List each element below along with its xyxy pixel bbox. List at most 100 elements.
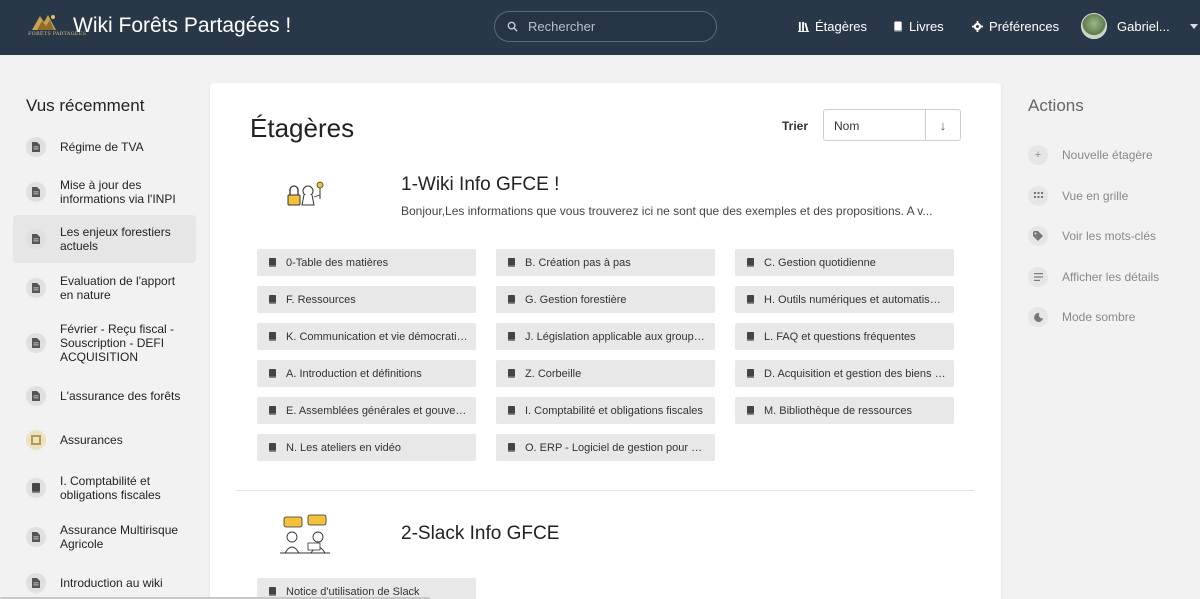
moon-icon (1028, 307, 1048, 328)
nav-books-link[interactable]: Livres (893, 19, 944, 34)
book-chip[interactable]: D. Acquisition et gestion des biens fonc… (735, 360, 954, 387)
grid-view-button[interactable]: Vue en grille (1028, 176, 1159, 217)
book-chip[interactable]: H. Outils numériques et automatisations (735, 286, 954, 313)
book-label: D. Acquisition et gestion des biens fonc… (764, 367, 954, 380)
recent-list: Régime de TVA Mise à jour des informatio… (13, 125, 196, 599)
recent-item[interactable]: Assurance Multirisque Agricole (13, 513, 196, 561)
book-label: M. Bibliothèque de ressources (764, 404, 912, 417)
new-shelf-button[interactable]: + Nouvelle étagère (1028, 135, 1159, 176)
recent-item[interactable]: L'assurance des forêts (13, 374, 196, 418)
sort-select[interactable]: Nom (824, 110, 926, 140)
actions-title: Actions (1028, 96, 1084, 115)
book-label: E. Assemblées générales et gouvernance (286, 404, 476, 417)
recent-item[interactable]: Février - Reçu fiscal - Souscription - D… (13, 312, 196, 374)
search-box[interactable] (494, 11, 717, 42)
page-icon (26, 573, 46, 593)
nav-preferences-link[interactable]: Préférences (972, 19, 1059, 34)
book-chip[interactable]: K. Communication et vie démocratique (257, 323, 476, 350)
action-label: Nouvelle étagère (1062, 148, 1153, 163)
top-header: FORÊTS PARTAGÉES Wiki Forêts Partagées !… (0, 0, 1200, 55)
page-icon (26, 137, 46, 157)
nav-shelves-label: Étagères (815, 19, 868, 34)
keys-illustration-icon[interactable] (270, 175, 340, 225)
book-label: J. Législation applicable aux groupement… (525, 330, 715, 343)
app-title[interactable]: Wiki Forêts Partagées ! (73, 14, 291, 38)
book-icon (747, 258, 754, 267)
book-chip[interactable]: A. Introduction et définitions (257, 360, 476, 387)
book-icon (508, 258, 515, 267)
book-chip[interactable]: L. FAQ et questions fréquentes (735, 323, 954, 350)
recent-item-label: Février - Reçu fiscal - Souscription - D… (60, 322, 175, 364)
book-chip[interactable]: J. Législation applicable aux groupement… (496, 323, 715, 350)
recent-item[interactable]: Assurances (13, 418, 196, 462)
action-label: Afficher les détails (1062, 269, 1160, 284)
book-label: F. Ressources (286, 293, 356, 306)
book-icon (508, 369, 515, 378)
book-chip[interactable]: G. Gestion forestière (496, 286, 715, 313)
book-label: N. Les ateliers en vidéo (286, 441, 401, 454)
book-icon (508, 332, 515, 341)
book-label: H. Outils numériques et automatisations (764, 293, 954, 306)
recent-item[interactable]: Mise à jour des informations via l'INPI (13, 169, 196, 215)
page-icon (26, 277, 46, 298)
recent-item-active[interactable]: Les enjeux forestiers actuels (13, 215, 196, 263)
search-input[interactable] (528, 19, 698, 34)
plus-icon: + (1028, 145, 1048, 166)
view-tags-button[interactable]: Voir les mots-clés (1028, 216, 1159, 257)
book-icon (269, 332, 276, 341)
book-icon (269, 295, 276, 304)
recent-item-label: L'assurance des forêts (60, 389, 181, 403)
book-chip[interactable]: Z. Corbeille (496, 360, 715, 387)
book-grid: Notice d'utilisation de Slack (257, 578, 954, 599)
recent-item[interactable]: Régime de TVA (13, 125, 196, 169)
actions-list: + Nouvelle étagère Vue en grille Voir le… (1028, 135, 1159, 338)
chat-illustration-icon[interactable] (270, 513, 340, 563)
shelf-name[interactable]: 2-Slack Info GFCE (401, 523, 559, 545)
show-details-button[interactable]: Afficher les détails (1028, 257, 1159, 298)
book-chip[interactable]: M. Bibliothèque de ressources (735, 397, 954, 424)
shelves-icon (798, 21, 809, 32)
page-icon (26, 386, 46, 406)
book-chip[interactable]: I. Comptabilité et obligations fiscales (496, 397, 715, 424)
book-chip[interactable]: O. ERP - Logiciel de gestion pour GFCE (496, 434, 715, 461)
nav-shelves-link[interactable]: Étagères (798, 19, 867, 34)
book-chip[interactable]: B. Création pas à pas (496, 249, 715, 276)
list-icon (1028, 266, 1048, 287)
book-chip[interactable]: Notice d'utilisation de Slack (257, 578, 476, 599)
book-label: C. Gestion quotidienne (764, 256, 876, 269)
book-icon (508, 295, 515, 304)
page-icon (26, 333, 46, 353)
recent-item-label: Assurances (60, 433, 123, 447)
book-label: Z. Corbeille (525, 367, 582, 380)
action-label: Vue en grille (1062, 188, 1129, 203)
search-icon (507, 21, 518, 32)
book-chip[interactable]: N. Les ateliers en vidéo (257, 434, 476, 461)
shelf-description: Bonjour,Les informations que vous trouve… (401, 204, 933, 218)
tag-icon (1028, 226, 1048, 247)
user-menu[interactable]: Gabriel... (1081, 13, 1198, 39)
book-chip[interactable]: C. Gestion quotidienne (735, 249, 954, 276)
grid-icon (1028, 185, 1048, 206)
avatar[interactable] (1081, 13, 1107, 39)
book-label: K. Communication et vie démocratique (286, 330, 475, 343)
recent-item[interactable]: I. Comptabilité et obligations fiscales (13, 462, 196, 513)
recent-item-label: Régime de TVA (60, 140, 144, 154)
book-icon (747, 406, 754, 415)
sort-direction-button[interactable]: ↓ (926, 110, 960, 140)
recent-item[interactable]: Introduction au wiki (13, 561, 196, 599)
book-chip[interactable]: E. Assemblées générales et gouvernance (257, 397, 476, 424)
book-icon (26, 477, 46, 498)
book-label: O. ERP - Logiciel de gestion pour GFCE (525, 441, 715, 454)
book-icon (508, 443, 515, 452)
recent-item[interactable]: Evaluation de l'apport en nature (13, 263, 196, 312)
book-label: B. Création pas à pas (525, 256, 631, 269)
page-title: Étagères (250, 113, 355, 143)
user-name: Gabriel... (1117, 18, 1170, 34)
book-label: 0-Table des matières (286, 256, 389, 269)
shelf-name[interactable]: 1-Wiki Info GFCE ! (401, 174, 559, 196)
book-icon (508, 406, 515, 415)
book-chip[interactable]: F. Ressources (257, 286, 476, 313)
dark-mode-button[interactable]: Mode sombre (1028, 297, 1159, 338)
shelf-icon (26, 430, 46, 450)
book-chip[interactable]: 0-Table des matières (257, 249, 476, 276)
